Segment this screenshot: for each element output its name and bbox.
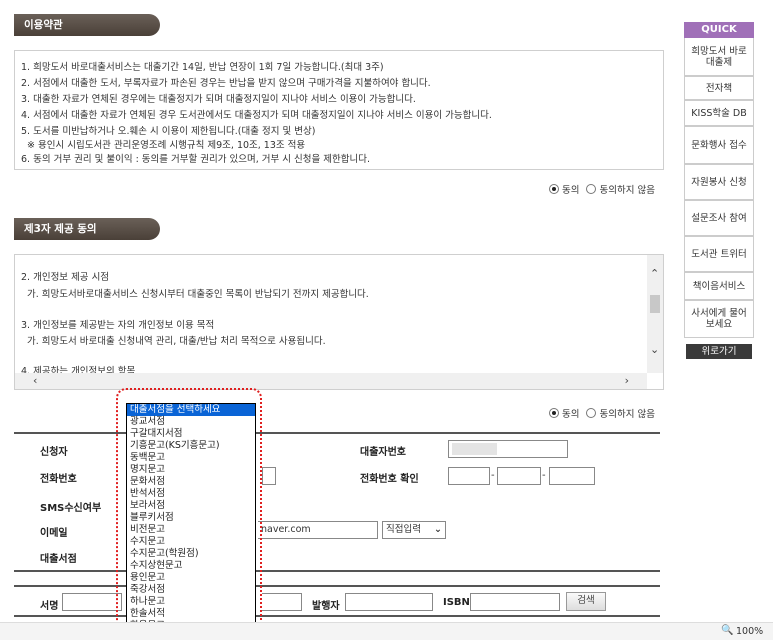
third-party-disagree-radio[interactable] bbox=[586, 408, 597, 418]
phone-input-last[interactable] bbox=[262, 467, 276, 485]
quick-menu-title: QUICK bbox=[684, 22, 754, 38]
email-domain-input[interactable]: naver.com bbox=[258, 521, 378, 539]
terms-disagree-radio[interactable] bbox=[586, 184, 597, 194]
consent-line: 2. 개인정보 제공 시점 bbox=[21, 272, 110, 283]
quick-menu-item[interactable]: 희망도서 바로대출제 bbox=[684, 38, 754, 76]
book-title-label: 서명 bbox=[40, 601, 59, 612]
terms-agree-radio[interactable] bbox=[549, 184, 559, 194]
store-option[interactable]: 기흥문고(KS기흥문고) bbox=[127, 440, 255, 452]
third-party-agree-radio[interactable] bbox=[549, 408, 559, 418]
scroll-thumb[interactable] bbox=[650, 295, 660, 313]
terms-line: 5. 도서를 미반납하거나 오.훼손 시 이용이 제한됩니다.(대출 정지 및 … bbox=[21, 126, 316, 137]
phone-separator: - bbox=[542, 470, 546, 481]
terms-disagree-label: 동의하지 않음 bbox=[599, 185, 655, 196]
quick-menu-item[interactable]: 문화행사 접수 bbox=[684, 126, 754, 164]
email-label: 이메일 bbox=[40, 528, 68, 539]
phone-label: 전화번호 bbox=[40, 474, 77, 485]
store-option[interactable]: 용인문고 bbox=[127, 572, 255, 584]
phone-confirm-label: 전화번호 확인 bbox=[360, 474, 419, 485]
horizontal-scrollbar[interactable]: ‹ › bbox=[15, 373, 647, 389]
quick-menu-item[interactable]: 책이음서비스 bbox=[684, 272, 754, 300]
store-option[interactable]: 한솔서적 bbox=[127, 608, 255, 620]
quick-menu-item[interactable]: KISS학술 DB bbox=[684, 100, 754, 126]
zoom-icon[interactable]: 🔍 bbox=[721, 625, 733, 636]
store-option[interactable]: 수지문고(학원점) bbox=[127, 548, 255, 560]
email-domain-select[interactable]: 직접입력 ⌄ bbox=[382, 521, 446, 539]
store-option[interactable]: 블루키서점 bbox=[127, 512, 255, 524]
third-party-section-title: 제3자 제공 동의 bbox=[14, 218, 160, 240]
quick-menu-item[interactable]: 자원봉사 신청 bbox=[684, 164, 754, 200]
scroll-right-icon[interactable]: › bbox=[625, 374, 629, 387]
quick-menu-item[interactable]: 도서관 트위터 bbox=[684, 236, 754, 272]
terms-consent-row: 동의 동의하지 않음 bbox=[549, 182, 655, 196]
store-option[interactable]: 하나문고 bbox=[127, 596, 255, 608]
publisher-input[interactable] bbox=[345, 593, 433, 611]
terms-agree-label: 동의 bbox=[562, 185, 580, 196]
applicant-label: 신청자 bbox=[40, 447, 68, 458]
quick-menu-item[interactable]: 사서에게 물어보세요 bbox=[684, 300, 754, 338]
third-party-scrollbox[interactable]: 2. 개인정보 제공 시점가. 희망도서바로대출서비스 신청시부터 대출중인 목… bbox=[14, 254, 664, 390]
consent-line: 3. 개인정보를 제공받는 자의 개인정보 이용 목적 bbox=[21, 320, 215, 331]
publisher-label: 발행자 bbox=[312, 601, 340, 612]
terms-line: ※ 용인시 시립도서관 관리운영조례 시행규칙 제9조, 10조, 13조 적용 bbox=[27, 140, 306, 151]
store-option[interactable]: 명지문고 bbox=[127, 464, 255, 476]
book-title-input-tail[interactable] bbox=[262, 593, 302, 611]
store-option[interactable]: 죽강서점 bbox=[127, 584, 255, 596]
terms-line: 3. 대출한 자료가 연체된 경우에는 대출정지가 되며 대출정지일이 지나야 … bbox=[21, 94, 416, 105]
store-option[interactable]: 비전문고 bbox=[127, 524, 255, 536]
book-title-input[interactable] bbox=[62, 593, 122, 611]
third-party-agree-label: 동의 bbox=[562, 409, 580, 420]
terms-line: 4. 서점에서 대출한 자료가 연체된 경우 도서관에서도 대출정지가 되며 대… bbox=[21, 110, 492, 121]
store-option[interactable]: 동백문고 bbox=[127, 452, 255, 464]
phone-separator: - bbox=[491, 470, 495, 481]
isbn-label: ISBN bbox=[443, 597, 470, 608]
third-party-disagree-label: 동의하지 않음 bbox=[599, 409, 655, 420]
store-label: 대출서점 bbox=[40, 554, 77, 565]
status-bar: 🔍 100% bbox=[0, 622, 773, 640]
quick-menu-item[interactable]: 설문조사 참여 bbox=[684, 200, 754, 236]
phone-confirm-input-2[interactable] bbox=[497, 467, 541, 485]
terms-line: 6. 동의 거부 권리 및 불이익 : 동의를 거부할 권리가 있으며, 거부 … bbox=[21, 154, 371, 165]
back-to-top-button[interactable]: 위로가기 bbox=[686, 344, 752, 359]
search-button[interactable]: 검색 bbox=[566, 592, 606, 611]
sms-label: SMS수신여부 bbox=[40, 503, 102, 514]
terms-line: 1. 희망도서 바로대출서비스는 대출기간 14일, 반납 연장이 1회 7일 … bbox=[21, 62, 384, 73]
store-option[interactable]: 수지문고 bbox=[127, 536, 255, 548]
store-option[interactable]: 광교서점 bbox=[127, 416, 255, 428]
scroll-down-icon[interactable]: ⌄ bbox=[650, 343, 659, 356]
third-party-consent-row: 동의 동의하지 않음 bbox=[549, 406, 655, 420]
chevron-down-icon: ⌄ bbox=[434, 524, 442, 535]
scroll-left-icon[interactable]: ‹ bbox=[33, 374, 37, 387]
consent-line: 가. 희망도서바로대출서비스 신청시부터 대출중인 목록이 반납되기 전까지 제… bbox=[27, 289, 369, 300]
isbn-input[interactable] bbox=[470, 593, 560, 611]
consent-line: 가. 희망도서 바로대출 신청내역 관리, 대출/반납 처리 목적으로 사용됩니… bbox=[27, 336, 326, 347]
phone-confirm-input-1[interactable] bbox=[448, 467, 490, 485]
quick-menu-item[interactable]: 전자책 bbox=[684, 76, 754, 100]
phone-confirm-input-3[interactable] bbox=[549, 467, 595, 485]
terms-section-title: 이용약관 bbox=[14, 14, 160, 36]
terms-box: 1. 희망도서 바로대출서비스는 대출기간 14일, 반납 연장이 1회 7일 … bbox=[14, 50, 664, 170]
store-option[interactable]: 구갈대지서점 bbox=[127, 428, 255, 440]
email-domain-value: naver.com bbox=[261, 524, 311, 535]
scroll-up-icon[interactable]: ⌃ bbox=[650, 267, 659, 280]
store-option[interactable]: 문화서점 bbox=[127, 476, 255, 488]
store-option[interactable]: 보라서점 bbox=[127, 500, 255, 512]
email-select-value: 직접입력 bbox=[386, 524, 421, 535]
store-option[interactable]: 수지상현문고 bbox=[127, 560, 255, 572]
store-option[interactable]: 반석서점 bbox=[127, 488, 255, 500]
card-number-label: 대출자번호 bbox=[360, 447, 406, 458]
card-number-input[interactable] bbox=[448, 440, 568, 458]
zoom-level[interactable]: 100% bbox=[736, 626, 763, 637]
store-option[interactable]: 대출서점을 선택하세요 bbox=[127, 404, 255, 416]
vertical-scrollbar[interactable]: ⌃ ⌄ bbox=[647, 255, 663, 373]
terms-line: 2. 서점에서 대출한 도서, 부록자료가 파손된 경우는 반납을 받지 않으며… bbox=[21, 78, 431, 89]
store-select-list[interactable]: 대출서점을 선택하세요 광교서점 구갈대지서점 기흥문고(KS기흥문고) 동백문고 명지문… bbox=[126, 403, 256, 632]
